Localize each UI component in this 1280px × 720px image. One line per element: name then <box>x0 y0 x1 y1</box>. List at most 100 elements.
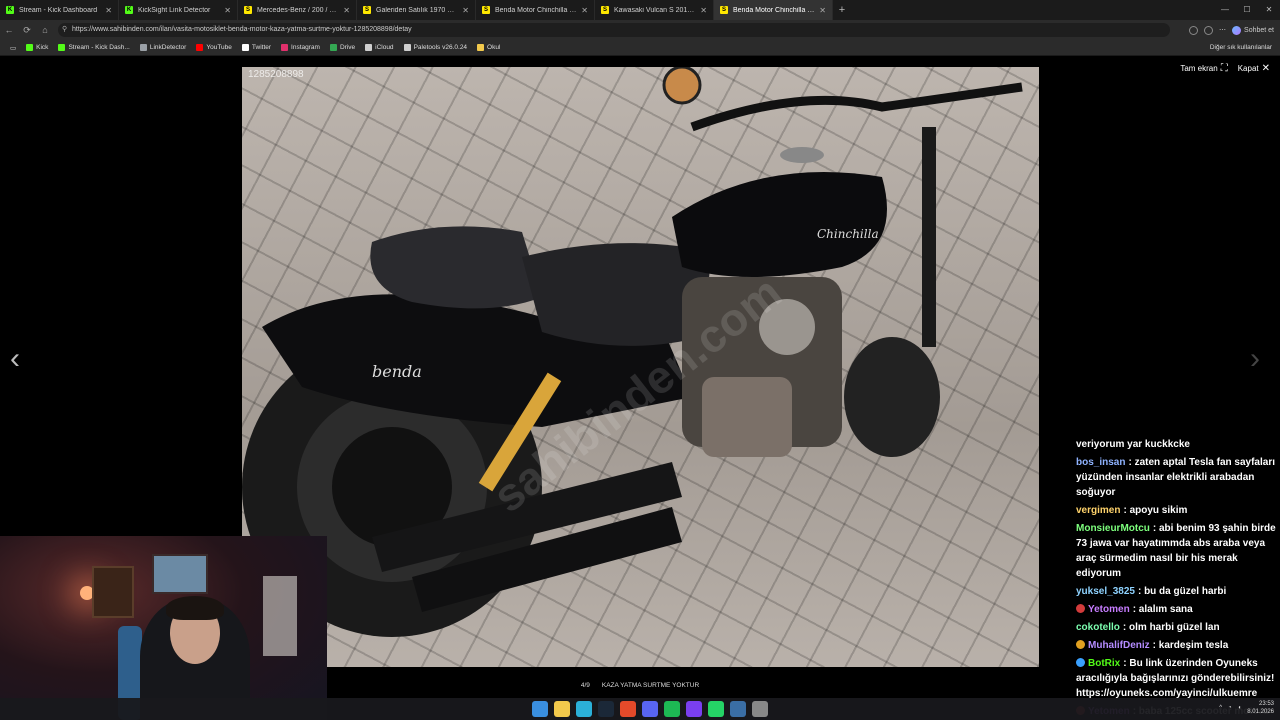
more-menu-icon[interactable]: ⋯ <box>1219 26 1226 34</box>
tab-label: Mercedes-Benz / 200 / 200 E / UC <box>257 6 339 14</box>
bookmark-item[interactable]: iCloud <box>365 44 394 51</box>
chat-username[interactable]: yuksel_3825 <box>1076 586 1135 597</box>
brave-icon[interactable] <box>620 701 636 717</box>
bookmark-label: Okul <box>487 44 501 51</box>
tab-close-icon[interactable]: ✕ <box>819 6 826 15</box>
bookmark-favicon-icon <box>139 44 147 51</box>
bookmark-favicon-icon <box>26 44 34 51</box>
toolbar-actions: ⋯ Sohbet et <box>1189 20 1274 40</box>
tab-favicon-icon: K <box>6 6 14 14</box>
tab-favicon-icon: S <box>363 6 371 14</box>
spotify-icon[interactable] <box>664 701 680 717</box>
prev-image-icon[interactable]: ‹ <box>10 342 20 376</box>
tab-label: Benda Motor Chinchilla 500 2024 <box>733 6 816 14</box>
edge-icon[interactable] <box>576 701 592 717</box>
home-icon[interactable]: ⌂ <box>36 25 54 35</box>
bookmark-item[interactable]: Kick <box>26 44 48 51</box>
tab-favicon-icon: S <box>244 6 252 14</box>
browser-tab[interactable]: S Kawasaki Vulcan S 2016 Model Ch ✕ <box>595 0 714 20</box>
bookmark-item[interactable]: Okul <box>477 44 500 51</box>
browser-tab[interactable]: S Galeriden Satılık 1970 Model Kırı ✕ <box>357 0 476 20</box>
chat-message: Yetomen: alalım sana <box>1070 602 1280 617</box>
next-image-icon[interactable]: › <box>1250 342 1260 376</box>
tab-label: Kawasaki Vulcan S 2016 Model Ch <box>614 6 696 14</box>
bookmark-item[interactable]: YouTube <box>196 44 232 51</box>
tab-close-icon[interactable]: ✕ <box>462 6 469 15</box>
tab-close-icon[interactable]: ✕ <box>581 6 588 15</box>
browser-tab[interactable]: S Benda Motor Chinchilla 500 Motos✕ <box>476 0 595 20</box>
chat-message: MuhalifDeniz: kardeşim tesla <box>1070 638 1280 653</box>
network-icon[interactable]: ◔ <box>1228 705 1232 711</box>
bookmark-label: Drive <box>339 44 356 51</box>
maximize-icon[interactable]: ☐ <box>1236 0 1258 20</box>
tab-favicon-icon: K <box>125 6 133 14</box>
bookmark-item[interactable]: Drive <box>329 44 356 51</box>
twitch-icon[interactable] <box>686 701 702 717</box>
chat-username[interactable]: cokotello <box>1076 622 1120 633</box>
minimize-icon[interactable]: — <box>1214 0 1236 20</box>
chat-username[interactable]: Yetomen <box>1088 604 1130 615</box>
chat-username[interactable]: vergimen <box>1076 505 1120 516</box>
site-info-icon[interactable]: ⚲ <box>62 23 67 37</box>
new-tab-icon[interactable]: + <box>833 4 851 16</box>
bookmark-favicon-icon <box>329 44 337 51</box>
bookmark-item[interactable]: Paletools v26.0.24 <box>403 44 467 51</box>
bookmark-item[interactable]: Instagram <box>281 44 320 51</box>
bookmark-favicon-icon <box>196 44 204 51</box>
browser-tab[interactable]: K KickSight Link Detector ✕ <box>119 0 238 20</box>
apps-icon[interactable]: ▭ <box>10 44 16 52</box>
bookmark-favicon-icon <box>365 44 373 51</box>
chat-username[interactable]: BotRix <box>1088 658 1120 669</box>
system-tray: ^ ◔ ◖ 23:53 8.01.2026 <box>1219 700 1274 716</box>
browser-tab[interactable]: K Stream - Kick Dashboard ✕ <box>0 0 119 20</box>
reload-icon[interactable]: ⟳ <box>18 25 36 36</box>
file-explorer-icon[interactable] <box>554 701 570 717</box>
chat-username[interactable]: MonsieurMotcu <box>1076 523 1150 534</box>
back-icon[interactable]: ← <box>0 25 18 35</box>
caption-text: KAZA YATMA SURTME YOKTUR <box>601 682 700 689</box>
chat-message: MonsieurMotcu: abi benim 93 şahin birde … <box>1070 521 1280 581</box>
close-viewer-button[interactable]: Kapat ✕ <box>1238 63 1270 74</box>
profile-icon[interactable] <box>1204 25 1214 35</box>
tab-close-icon[interactable]: ✕ <box>224 6 231 15</box>
close-icon: ✕ <box>1261 63 1270 74</box>
extensions-icon[interactable] <box>1189 25 1199 35</box>
tab-label: KickSight Link Detector <box>138 6 211 14</box>
discord-icon[interactable] <box>642 701 658 717</box>
other-bookmarks[interactable]: Diğer sık kullanılanlar <box>1210 40 1272 56</box>
bookmark-item[interactable]: Twitter <box>241 44 271 51</box>
tab-close-icon[interactable]: ✕ <box>105 6 112 15</box>
tab-close-icon[interactable]: ✕ <box>343 6 350 15</box>
whatsapp-icon[interactable] <box>708 701 724 717</box>
window-controls: — ☐ ✕ <box>1214 0 1280 20</box>
chat-text: alalım sana <box>1138 604 1193 615</box>
fullscreen-button[interactable]: Tam ekran ⛶ <box>1180 63 1227 74</box>
bookmark-label: LinkDetector <box>149 44 187 51</box>
bookmark-item[interactable]: Stream - Kick Dash... <box>58 44 130 51</box>
bookmark-favicon-icon <box>281 44 289 51</box>
start-icon[interactable] <box>532 701 548 717</box>
clock[interactable]: 23:53 8.01.2026 <box>1247 700 1274 716</box>
browser-tab[interactable]: S Mercedes-Benz / 200 / 200 E / UC ✕ <box>238 0 357 20</box>
steam-icon[interactable] <box>598 701 614 717</box>
volume-icon[interactable]: ◖ <box>1238 705 1242 711</box>
bookmark-label: iCloud <box>375 44 394 51</box>
chat-username[interactable]: MuhalifDeniz <box>1088 640 1150 651</box>
chat-message: veriyorum yar kuckkcke <box>1070 437 1280 452</box>
tab-favicon-icon: S <box>601 6 609 14</box>
bookmark-item[interactable]: LinkDetector <box>139 44 187 51</box>
listing-photo: 1285208898 sahibinden.com Chinchilla ben… <box>242 67 1039 667</box>
tab-close-icon[interactable]: ✕ <box>700 6 707 15</box>
tab-label: Benda Motor Chinchilla 500 Motos <box>495 6 578 14</box>
tray-chevron-icon[interactable]: ^ <box>1219 705 1222 711</box>
obs-icon[interactable] <box>752 701 768 717</box>
browser-tab[interactable]: S Benda Motor Chinchilla 500 2024✕ <box>714 0 833 20</box>
chat-button[interactable]: Sohbet et <box>1232 25 1274 35</box>
chat-username[interactable]: bos_insan <box>1076 457 1125 468</box>
close-window-icon[interactable]: ✕ <box>1258 0 1280 20</box>
chat-text: apoyu sikim <box>1129 505 1188 516</box>
listing-number: 1285208898 <box>248 69 304 80</box>
url-field[interactable]: ⚲ https://www.sahibinden.com/ilan/vasita… <box>58 23 1170 37</box>
app-icon[interactable] <box>730 701 746 717</box>
bookmark-label: Stream - Kick Dash... <box>68 44 130 51</box>
